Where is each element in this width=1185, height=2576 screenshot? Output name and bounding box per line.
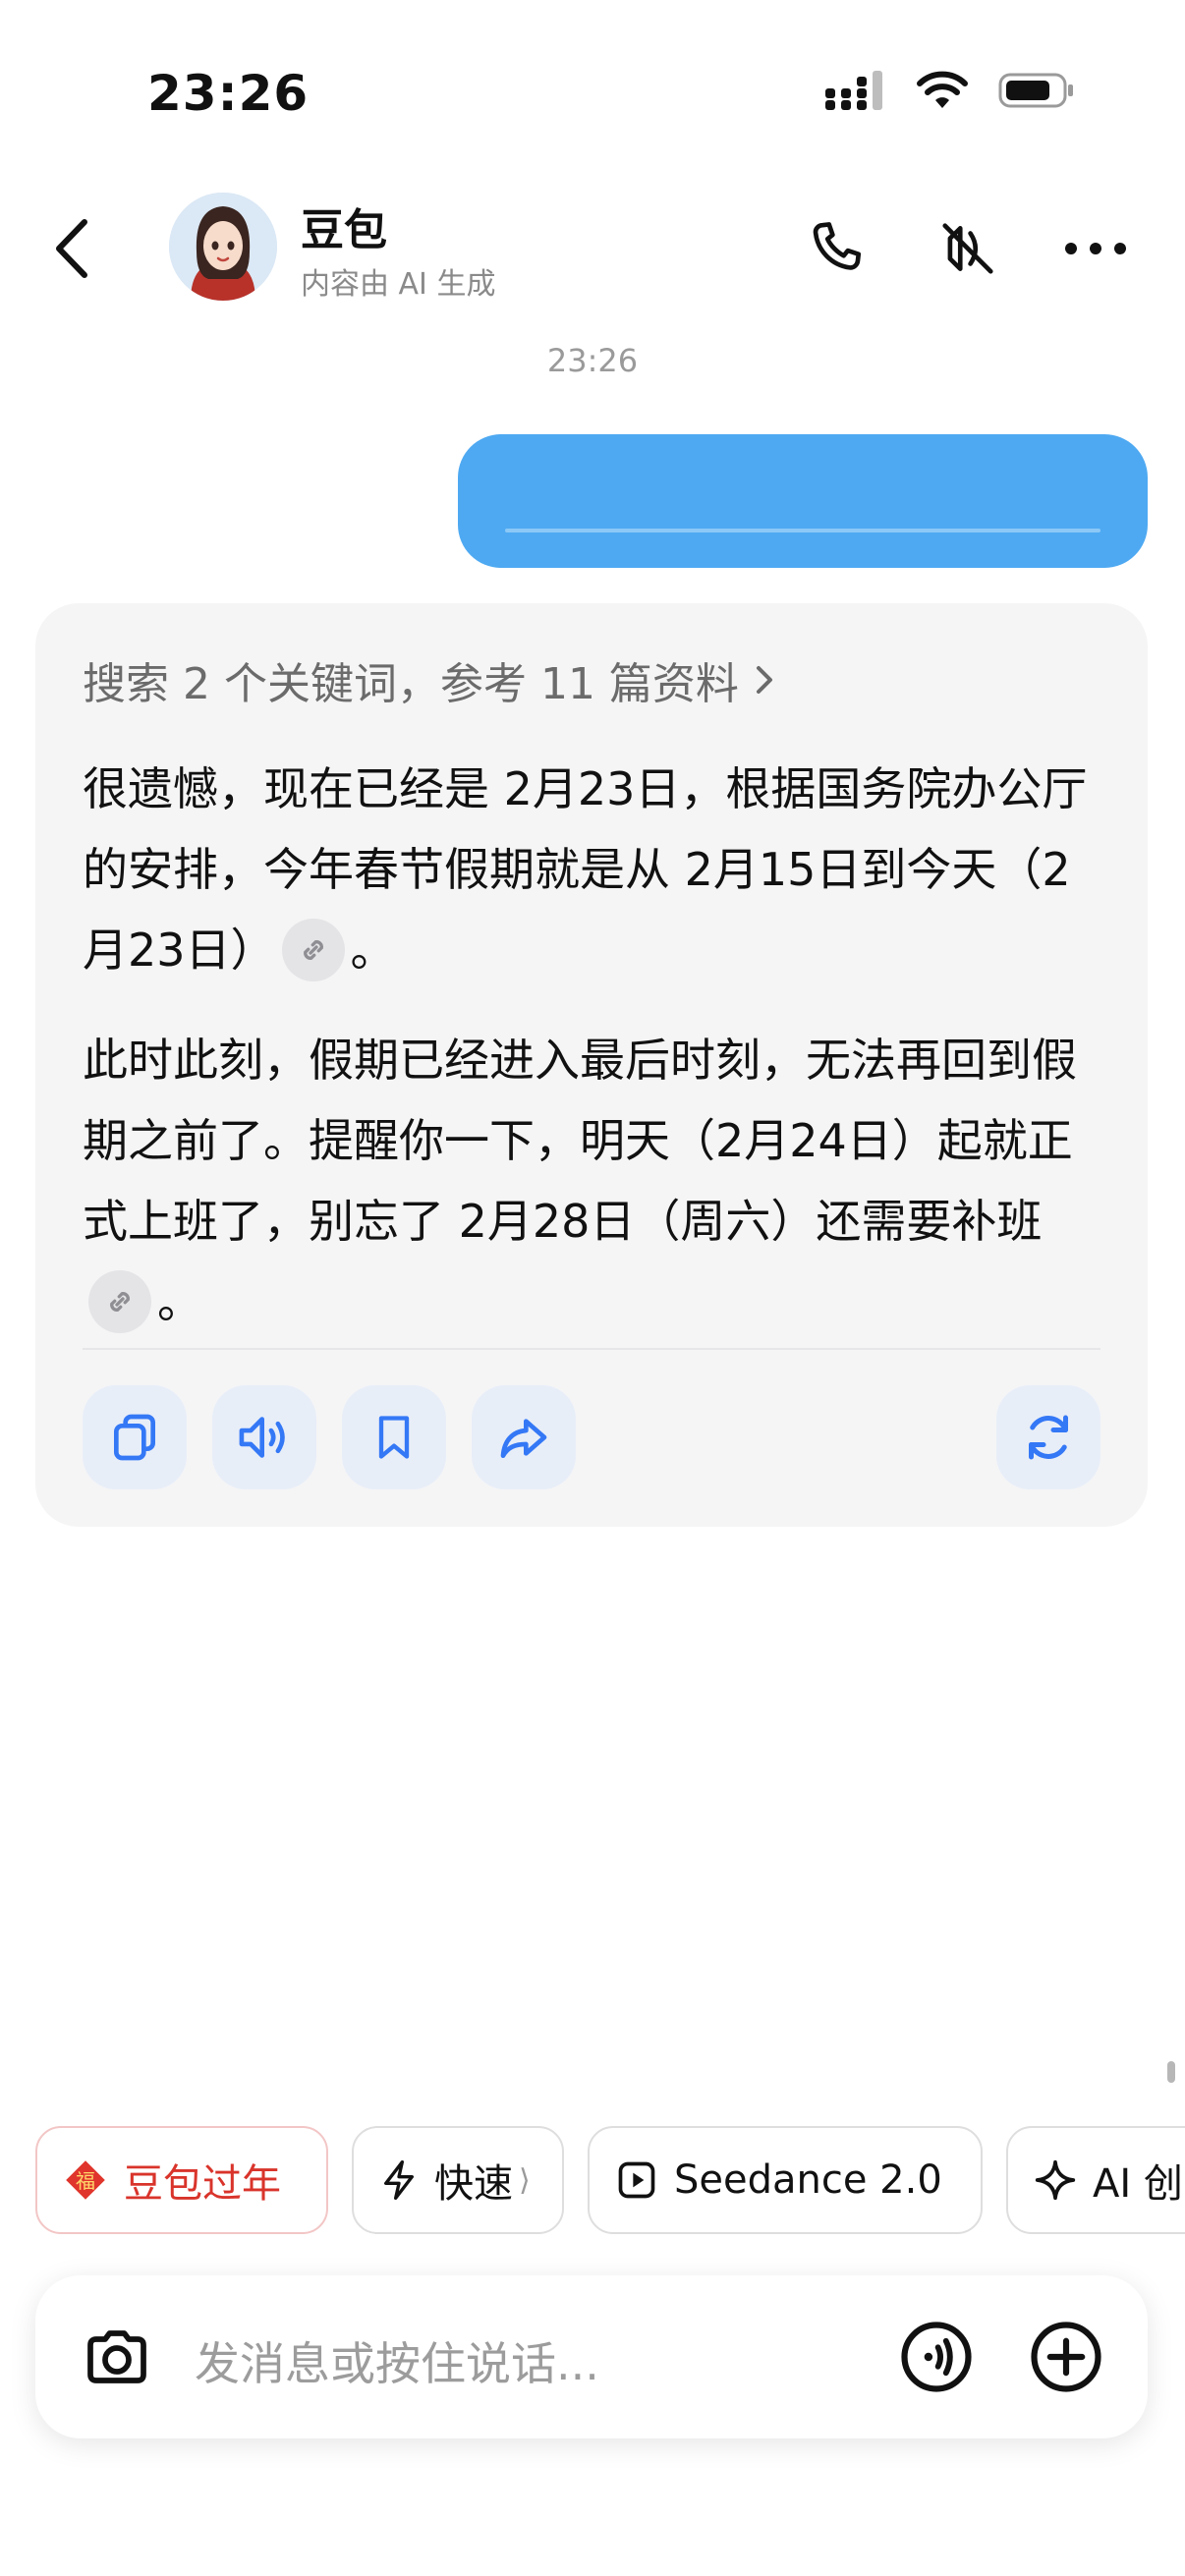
add-button[interactable] [1024, 2315, 1108, 2399]
chip-seedance[interactable]: Seedance 2.0 [588, 2126, 983, 2234]
camera-button[interactable] [75, 2315, 159, 2399]
bookmark-icon [378, 1416, 410, 1459]
chat-timestamp: 23:26 [546, 342, 639, 379]
regenerate-button[interactable] [996, 1385, 1100, 1489]
speaker-icon [239, 1417, 285, 1458]
chip-label: 豆包过年 [124, 2161, 281, 2207]
link-icon [303, 939, 323, 960]
more-icon [1065, 243, 1126, 254]
wifi-icon [917, 71, 968, 108]
signal-icon [825, 71, 882, 110]
reference-link-chip[interactable] [281, 918, 345, 981]
chip-label: AI 创 [1093, 2161, 1183, 2207]
paragraph-2-text: 此时此刻，假期已经进入最后时刻，无法再回到假期之前了。提醒你一下，明天（2月24… [83, 1034, 1077, 1248]
battery-icon [998, 73, 1073, 108]
back-icon [56, 219, 87, 278]
search-summary-link[interactable]: 搜索 2 个关键词，参考 11 篇资料 [83, 648, 778, 711]
card-divider [83, 1348, 1100, 1350]
copy-icon [114, 1414, 156, 1461]
voice-waveform [505, 529, 1100, 532]
bot-paragraph-2: 此时此刻，假期已经进入最后时刻，无法再回到假期之前了。提醒你一下，明天（2月24… [83, 1020, 1104, 1342]
chip-label: 快速 [434, 2161, 513, 2207]
chip-suffix: ⟩ [519, 2162, 531, 2198]
mute-button[interactable] [933, 214, 1002, 283]
paragraph-1-end: 。 [350, 924, 396, 977]
user-voice-bubble[interactable] [458, 434, 1148, 568]
reference-link-chip[interactable] [88, 1269, 151, 1333]
status-time: 23:26 [147, 65, 310, 122]
copy-button[interactable] [83, 1385, 187, 1489]
phone-icon [813, 222, 862, 270]
read-aloud-button[interactable] [212, 1385, 316, 1489]
search-summary-text: 搜索 2 个关键词，参考 11 篇资料 [83, 659, 739, 709]
svg-text:福: 福 [76, 2169, 95, 2193]
bot-paragraph-1: 很遗憾，现在已经是 2月23日，根据国务院办公厅的安排，今年春节假期就是从 2月… [83, 749, 1104, 990]
scroll-indicator [1167, 2061, 1175, 2083]
chip-doubao-new-year[interactable]: 福 豆包过年 [35, 2126, 328, 2234]
status-icons [825, 71, 1077, 110]
call-button[interactable] [802, 214, 871, 283]
fu-icon: 福 [66, 2160, 105, 2200]
message-input[interactable]: 发消息或按住说话... [195, 2328, 599, 2393]
voice-call-button[interactable] [894, 2315, 979, 2399]
chip-fast-mode[interactable]: 快速 ⟩ [352, 2126, 564, 2234]
link-icon [110, 1291, 130, 1312]
share-button[interactable] [472, 1385, 576, 1489]
paragraph-1-text: 很遗憾，现在已经是 2月23日，根据国务院办公厅的安排，今年春节假期就是从 2月… [83, 762, 1088, 977]
ai-generated-label: 内容由 AI 生成 [301, 267, 496, 302]
sparkle-icon [1035, 2159, 1076, 2201]
chip-label: Seedance 2.0 [674, 2157, 942, 2203]
back-button[interactable] [47, 214, 106, 283]
avatar[interactable] [169, 193, 277, 301]
plus-circle-icon [1031, 2322, 1101, 2392]
more-button[interactable] [1061, 214, 1130, 283]
lightning-icon [384, 2160, 414, 2200]
chevron-right-icon [756, 666, 772, 694]
avatar-image [169, 193, 277, 301]
bot-name: 豆包 [301, 205, 387, 255]
regenerate-icon [1029, 1415, 1068, 1460]
chip-ai-create[interactable]: AI 创 [1006, 2126, 1185, 2234]
share-icon [500, 1419, 547, 1458]
play-icon [618, 2161, 655, 2199]
paragraph-2-end: 。 [157, 1275, 202, 1328]
camera-icon [87, 2330, 146, 2383]
mute-speaker-icon [942, 223, 993, 274]
bookmark-button[interactable] [342, 1385, 446, 1489]
voice-wave-icon [901, 2322, 972, 2392]
